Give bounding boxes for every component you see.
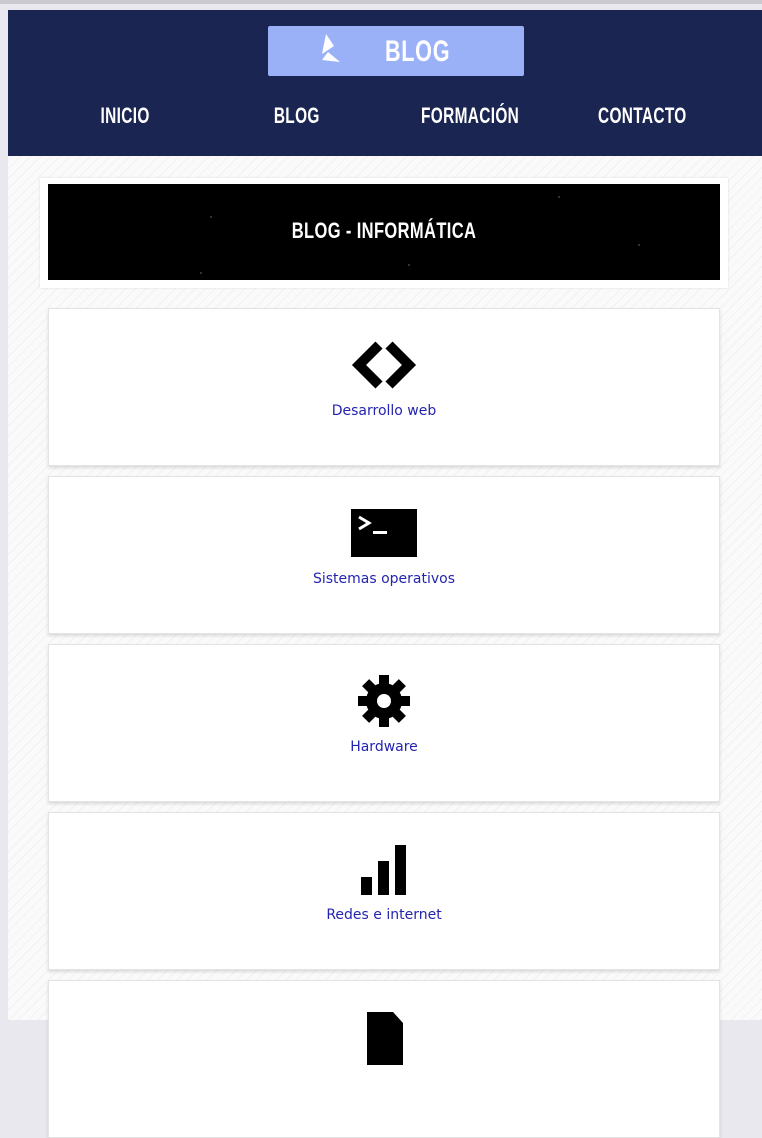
nav-item-formacion[interactable]: FORMACIÓN [390,98,550,134]
category-label[interactable]: Redes e internet [49,907,719,923]
category-card-partial[interactable] [48,980,720,1138]
category-label[interactable]: Sistemas operativos [49,571,719,587]
banner-star [408,264,410,266]
signal-bars-icon [361,845,406,895]
banner-frame: BLOG - INFORMÁTICA [40,178,728,288]
nav-item-label: BLOG [274,103,320,128]
nav-item-label: INICIO [100,103,150,128]
category-label[interactable]: Hardware [49,739,719,755]
category-card-redes-internet[interactable]: Redes e internet [48,812,720,970]
code-icon [351,341,417,389]
nav-item-label: CONTACTO [597,103,687,128]
banner-star [558,196,560,198]
logo-text: BLOG [384,35,451,68]
category-card-desarrollo-web[interactable]: Desarrollo web [48,308,720,466]
category-card-hardware[interactable]: Hardware [48,644,720,802]
logo-mark-icon [322,34,340,62]
page-title-text: BLOG - INFORMÁTICA [291,218,477,243]
banner-star [200,272,202,274]
nav-item-label: FORMACIÓN [420,103,520,128]
banner: BLOG - INFORMÁTICA [48,184,720,280]
site-logo[interactable]: BLOG [268,26,524,76]
category-card-sistemas-operativos[interactable]: Sistemas operativos [48,476,720,634]
nav-item-contacto[interactable]: CONTACTO [562,98,722,134]
browser-top-border [0,0,762,4]
page: BLOG INICIO BLOG FORMACIÓN CONTACTO BLOG… [8,10,762,1138]
terminal-icon [351,509,417,557]
category-label[interactable]: Desarrollo web [49,403,719,419]
site-header: BLOG INICIO BLOG FORMACIÓN CONTACTO [8,10,762,156]
gear-icon [358,675,410,727]
nav-item-inicio[interactable]: INICIO [45,98,205,134]
nav-item-blog[interactable]: BLOG [217,98,377,134]
document-icon [367,1012,403,1065]
page-title: BLOG - INFORMÁTICA [48,214,720,248]
main-nav: INICIO BLOG FORMACIÓN CONTACTO [8,98,762,134]
